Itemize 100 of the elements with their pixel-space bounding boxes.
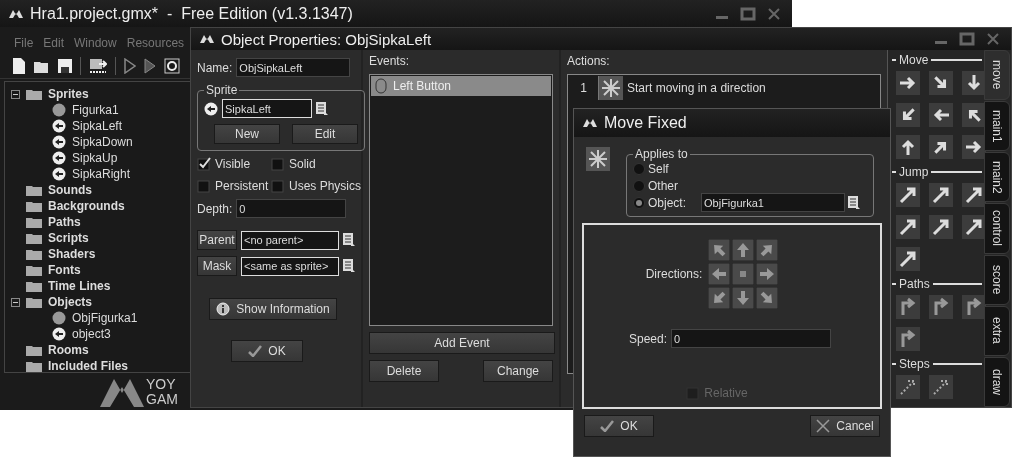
logo-icon xyxy=(199,33,215,45)
field-label: Depth: xyxy=(197,201,233,216)
parent-button[interactable]: Parent xyxy=(197,230,237,250)
add-event-button[interactable]: Add Event xyxy=(369,332,555,354)
tree-item[interactable]: Included Files xyxy=(48,359,128,372)
group-label: Jump xyxy=(899,165,929,179)
export-icon[interactable] xyxy=(89,57,107,74)
list-icon[interactable] xyxy=(848,195,860,210)
logo-text: GAM xyxy=(146,392,178,408)
action-item[interactable]: Start moving in a direction xyxy=(627,81,766,95)
ok-button[interactable]: OK xyxy=(584,415,654,437)
logo-icon xyxy=(582,117,598,129)
list-icon[interactable] xyxy=(316,101,328,116)
folder-icon xyxy=(26,296,42,308)
tree-item[interactable]: Scripts xyxy=(48,231,89,245)
info-icon xyxy=(216,302,231,316)
sprite-icon xyxy=(52,151,66,165)
play-icon[interactable] xyxy=(124,57,136,74)
tree-item[interactable]: object3 xyxy=(72,327,111,341)
library-tab[interactable]: main2 xyxy=(984,152,1010,203)
mask-field[interactable]: <same as sprite> xyxy=(241,256,339,276)
logo-icon xyxy=(100,377,144,408)
menu-item[interactable]: Window xyxy=(74,35,117,51)
folder-icon xyxy=(26,184,42,196)
list-icon[interactable] xyxy=(343,233,355,247)
menu-item[interactable]: Edit xyxy=(43,35,65,51)
play-icon[interactable] xyxy=(144,57,156,74)
folder-icon xyxy=(26,88,42,100)
depth-field[interactable]: 0 xyxy=(236,199,347,218)
new-file-icon[interactable] xyxy=(12,57,26,74)
tree-item[interactable]: SipkaRight xyxy=(72,167,131,181)
parent-field[interactable]: <no parent> xyxy=(241,230,339,250)
checkbox[interactable] xyxy=(197,157,211,171)
sprite-field[interactable]: SipkaLeft xyxy=(222,99,312,118)
field-label: Name: xyxy=(197,60,233,75)
checkbox[interactable] xyxy=(271,179,285,193)
tree-item[interactable]: SipkaUp xyxy=(72,151,118,165)
collapse-icon[interactable] xyxy=(11,89,20,99)
change-button[interactable]: Change xyxy=(483,360,553,382)
edit-button[interactable]: Edit xyxy=(292,124,358,144)
menu-item[interactable]: Resources xyxy=(126,35,185,51)
maximize-icon[interactable] xyxy=(957,32,977,46)
checkbox-label: Uses Physics xyxy=(288,179,361,193)
name-field[interactable]: ObjSipkaLeft xyxy=(236,58,351,77)
radio-button[interactable] xyxy=(633,179,645,192)
radio-button[interactable] xyxy=(633,162,645,175)
list-icon[interactable] xyxy=(343,259,355,273)
tree-item[interactable]: Sprites xyxy=(48,87,89,101)
checkbox-label: Visible xyxy=(215,157,251,171)
group-label: Move xyxy=(899,53,929,67)
tree-item[interactable]: Time Lines xyxy=(48,279,111,293)
ok-button[interactable]: OK xyxy=(231,340,303,362)
window-title: Object Properties: ObjSipkaLeft xyxy=(221,30,433,48)
checkbox-label: Solid xyxy=(289,157,316,171)
folder-icon xyxy=(26,200,42,212)
collapse-icon[interactable] xyxy=(11,297,20,307)
checkmark-icon xyxy=(248,345,263,357)
tree-item[interactable]: Figurka1 xyxy=(72,103,119,117)
object-field[interactable]: ObjFigurka1 xyxy=(701,193,845,212)
menu-item[interactable]: File xyxy=(14,35,34,51)
maximize-icon[interactable] xyxy=(738,6,758,21)
checkbox[interactable] xyxy=(197,179,211,193)
radio-button[interactable] xyxy=(633,196,645,209)
tree-item[interactable]: ObjFigurka1 xyxy=(72,311,138,325)
tree-item[interactable]: SipkaDown xyxy=(72,135,133,149)
radio-label: Object: xyxy=(648,195,686,210)
sprite-icon xyxy=(52,135,66,149)
library-tab[interactable]: move xyxy=(984,50,1010,101)
library-tab[interactable]: main1 xyxy=(984,101,1010,152)
folder-icon xyxy=(26,232,42,244)
tree-item[interactable]: Rooms xyxy=(48,343,89,357)
library-tab[interactable]: draw xyxy=(984,356,1010,407)
save-icon[interactable] xyxy=(58,58,72,73)
checkbox-label: Persistent xyxy=(215,179,269,193)
tree-item[interactable]: SipkaLeft xyxy=(72,119,123,133)
cancel-button[interactable]: Cancel xyxy=(810,415,880,437)
tree-item[interactable]: Paths xyxy=(48,215,81,229)
tree-item[interactable]: Fonts xyxy=(48,263,81,277)
tree-item[interactable]: Sounds xyxy=(48,183,92,197)
tree-item[interactable]: Objects xyxy=(48,295,92,309)
new-button[interactable]: New xyxy=(214,124,280,144)
show-information-button[interactable]: Show Information xyxy=(209,298,337,320)
sprite-icon xyxy=(52,167,66,181)
delete-button[interactable]: Delete xyxy=(369,360,439,382)
library-tab[interactable]: control xyxy=(984,203,1010,254)
library-tab[interactable]: score xyxy=(984,254,1010,305)
field-label: Speed: xyxy=(628,331,667,346)
sprite-icon xyxy=(204,101,218,116)
folder-icon xyxy=(26,248,42,260)
speed-field[interactable]: 0 xyxy=(671,329,831,348)
group-label: Sprite xyxy=(205,83,239,97)
mask-button[interactable]: Mask xyxy=(197,256,237,276)
group-label: Applies to xyxy=(634,147,689,161)
group-label: Steps xyxy=(899,357,930,371)
tree-item[interactable]: Backgrounds xyxy=(48,199,125,213)
sprite-icon xyxy=(52,103,66,117)
checkbox[interactable] xyxy=(271,157,285,171)
library-tab[interactable]: extra xyxy=(984,305,1010,356)
close-icon xyxy=(816,419,831,433)
tree-item[interactable]: Shaders xyxy=(48,247,96,261)
